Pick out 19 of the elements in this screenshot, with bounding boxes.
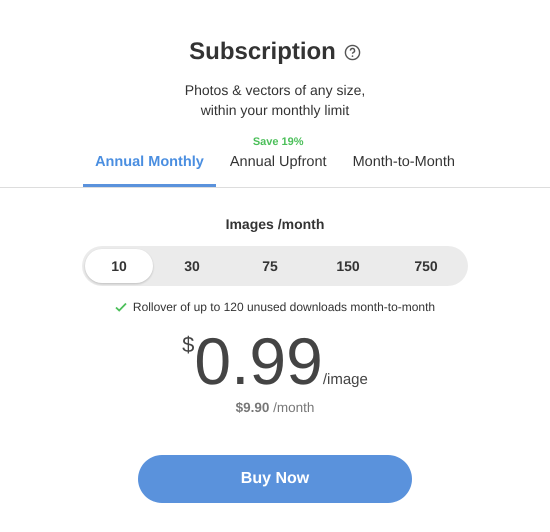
quantity-option[interactable]: 10 (85, 249, 153, 283)
monthly-total: $9.90 /month (234, 400, 316, 415)
rollover-note: Rollover of up to 120 unused downloads month-to-month (132, 300, 436, 314)
quantity-label: Images /month (224, 216, 326, 232)
plan-tab[interactable]: Save 19% Annual Upfront (218, 136, 339, 187)
currency-symbol: $ (182, 332, 194, 358)
page-title: Subscription (189, 38, 336, 66)
quantity-option[interactable]: 750 (387, 249, 465, 283)
price-amount: 0.99 (194, 328, 323, 394)
subtitle: Photos & vectors of any size, (184, 81, 366, 100)
quantity-option[interactable]: 75 (231, 249, 309, 283)
plan-tab[interactable]: Month-to-Month (340, 136, 467, 187)
quantity-option[interactable]: 150 (309, 249, 387, 283)
quantity-option[interactable]: 30 (153, 249, 231, 283)
discount-label: Save 19% (252, 136, 305, 148)
price-unit: /image (322, 371, 368, 388)
help-icon[interactable] (344, 44, 361, 60)
check-icon (114, 302, 127, 312)
subtitle: within your monthly limit (200, 101, 350, 120)
